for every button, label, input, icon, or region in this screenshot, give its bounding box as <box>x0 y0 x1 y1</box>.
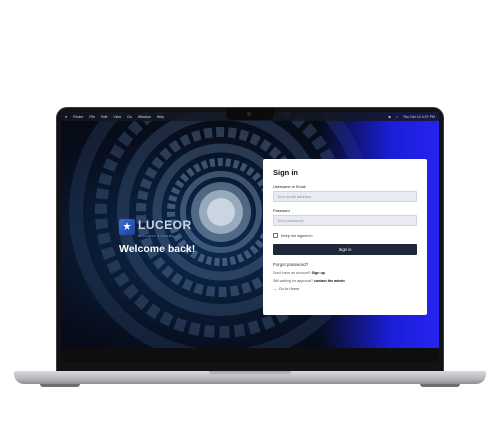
remember-label[interactable]: Keep me signed in <box>281 234 312 238</box>
laptop-mockup: ● Finder File Edit View Go Window Help ■… <box>0 0 500 424</box>
menu-item-go[interactable]: Go <box>127 115 132 119</box>
menu-item-edit[interactable]: Edit <box>101 115 107 119</box>
remember-checkbox[interactable] <box>273 233 278 238</box>
password-input[interactable] <box>273 215 417 226</box>
welcome-heading: Welcome back! <box>119 243 196 255</box>
menu-item-file[interactable]: File <box>89 115 95 119</box>
username-label: Username or Email <box>273 185 306 189</box>
apple-icon[interactable]: ● <box>65 115 67 119</box>
laptop-screen: ● Finder File Edit View Go Window Help ■… <box>61 112 439 348</box>
star-logo-icon <box>119 219 135 235</box>
go-home-link[interactable]: ← Go to Home <box>273 287 417 291</box>
approval-row: Still waiting for approval? contact the … <box>273 279 417 283</box>
signup-link[interactable]: Sign up <box>312 271 325 275</box>
signup-row: Don't have an account? Sign up <box>273 271 417 275</box>
menu-item-help[interactable]: Help <box>157 115 164 119</box>
camera-icon <box>247 112 251 116</box>
no-account-text: Don't have an account? <box>273 271 311 275</box>
waiting-text: Still waiting for approval? <box>273 279 313 283</box>
search-icon[interactable]: ○ <box>396 115 398 119</box>
laptop-foot-left <box>40 384 80 387</box>
laptop-base-notch <box>209 371 291 376</box>
go-home-label: Go to Home <box>278 287 300 291</box>
menubar-clock[interactable]: Thu Oct 14 4:37 PM <box>403 115 435 119</box>
brand-logo: LUCEOR BUSINESS SYSTEMS <box>119 216 192 238</box>
signin-title: Sign in <box>273 168 298 177</box>
wifi-icon[interactable]: ■ <box>388 115 390 119</box>
brand-name: LUCEOR <box>138 218 192 232</box>
menu-item-finder[interactable]: Finder <box>73 115 83 119</box>
username-input[interactable] <box>273 191 417 202</box>
forgot-password-link[interactable]: Forgot password? <box>273 262 417 267</box>
password-label: Password <box>273 209 290 213</box>
contact-admin-link[interactable]: contact the admin <box>314 279 345 283</box>
remember-row: Keep me signed in <box>273 233 417 238</box>
arrow-left-icon: ← <box>273 287 277 291</box>
signin-card: Sign in Username or Email Password Keep … <box>263 159 427 315</box>
brand-tagline: BUSINESS SYSTEMS <box>138 235 174 238</box>
signin-button[interactable]: Sign in <box>273 244 417 255</box>
menu-item-window[interactable]: Window <box>138 115 151 119</box>
menu-item-view[interactable]: View <box>113 115 121 119</box>
screen-bezel-bottom <box>61 348 439 362</box>
laptop-foot-right <box>420 384 460 387</box>
